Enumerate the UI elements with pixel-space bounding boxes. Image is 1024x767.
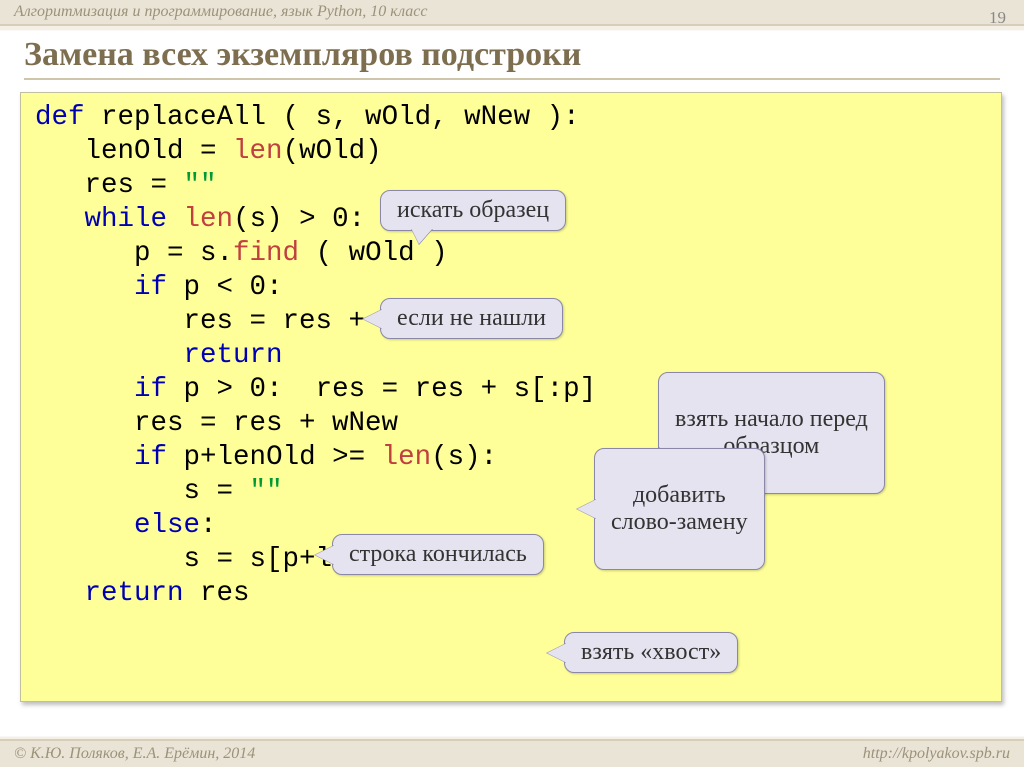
code-token: "" <box>184 170 217 201</box>
callout-tail-icon <box>577 499 597 519</box>
code-token: if <box>134 442 167 473</box>
course-label: Алгоритмизация и программирование, язык … <box>14 3 427 21</box>
code-token: s = <box>35 476 250 507</box>
code-token: return <box>85 578 184 609</box>
page-number: 19 <box>989 8 1006 28</box>
callout-tail-icon <box>547 643 567 663</box>
code-token: len <box>233 136 283 167</box>
callout-search-pattern: искать образец <box>380 190 566 231</box>
code-token: p > 0: res = res + s[:p] <box>167 374 596 405</box>
copyright: © К.Ю. Поляков, Е.А. Ерёмин, 2014 <box>14 745 255 763</box>
callout-text: добавить слово-замену <box>611 482 748 535</box>
callout-text: строка кончилась <box>349 541 527 567</box>
code-token: (s) > 0: <box>233 204 365 235</box>
callout-take-tail: взять «хвост» <box>564 632 738 673</box>
code-token: (wOld) <box>283 136 382 167</box>
code-token: res <box>184 578 250 609</box>
slide: Алгоритмизация и программирование, язык … <box>0 0 1024 767</box>
code-token <box>167 204 184 235</box>
callout-text: взять «хвост» <box>581 639 721 665</box>
code-token: res = <box>35 170 184 201</box>
top-bar: Алгоритмизация и программирование, язык … <box>0 0 1024 26</box>
bottom-bar: © К.Ю. Поляков, Е.А. Ерёмин, 2014 http:/… <box>0 739 1024 767</box>
code-token: def <box>35 102 85 133</box>
code-token: find <box>233 238 299 269</box>
code-token: (s): <box>431 442 497 473</box>
code-token <box>35 442 134 473</box>
code-token: len <box>382 442 432 473</box>
code-token: replaceAll ( s, wOld, wNew ): <box>85 102 580 133</box>
callout-string-ended: строка кончилась <box>332 534 544 575</box>
code-token: res = res + wNew <box>35 408 398 439</box>
code-token <box>35 340 184 371</box>
code-token: lenOld = <box>35 136 233 167</box>
code-token <box>35 510 134 541</box>
code-token: return <box>184 340 283 371</box>
code-token: p = s. <box>35 238 233 269</box>
code-token: p+lenOld >= <box>167 442 382 473</box>
code-token: res = res + s <box>35 306 398 337</box>
code-token: "" <box>250 476 283 507</box>
callout-text: если не нашли <box>397 305 546 331</box>
code-token: if <box>134 374 167 405</box>
code-token <box>35 578 85 609</box>
callout-not-found: если не нашли <box>380 298 563 339</box>
code-token: : <box>200 510 217 541</box>
callout-tail-icon <box>411 228 433 244</box>
callout-text: искать образец <box>397 197 549 223</box>
slide-title: Замена всех экземпляров подстроки <box>24 36 1000 80</box>
code-token <box>35 272 134 303</box>
code-token <box>35 204 85 235</box>
callout-add-replacement: добавить слово-замену <box>594 448 765 570</box>
callout-tail-icon <box>363 309 383 329</box>
code-token: while <box>85 204 168 235</box>
code-token <box>35 374 134 405</box>
footer-url: http://kpolyakov.spb.ru <box>863 745 1010 763</box>
code-token: else <box>134 510 200 541</box>
code-token: p < 0: <box>167 272 283 303</box>
code-token: if <box>134 272 167 303</box>
callout-tail-icon <box>315 545 335 565</box>
code-token: len <box>184 204 234 235</box>
